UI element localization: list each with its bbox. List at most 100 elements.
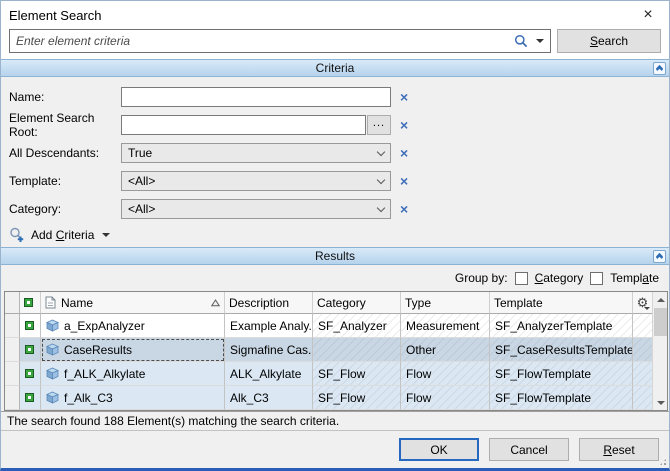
group-by-template-checkbox[interactable]	[590, 271, 604, 285]
search-options-caret-icon[interactable]	[536, 39, 544, 43]
table-row[interactable]: f_Alk_C3 Alk_C3 SF_Flow Flow SF_FlowTemp…	[5, 386, 653, 410]
element-cube-icon	[46, 319, 59, 332]
row-name-cell[interactable]: CaseResults	[41, 338, 225, 362]
chevron-down-icon	[376, 175, 386, 184]
browse-button[interactable]: ...	[367, 115, 391, 135]
window-title: Element Search	[9, 7, 102, 23]
element-status-icon	[25, 321, 34, 330]
titlebar: Element Search ×	[1, 1, 669, 29]
search-split-control[interactable]	[510, 34, 544, 48]
clear-all-descendants-icon[interactable]: ×	[400, 146, 408, 160]
group-by-category-checkbox[interactable]	[514, 271, 528, 285]
row-template-cell: SF_FlowTemplate	[490, 362, 633, 386]
element-status-icon	[25, 369, 34, 378]
row-check-cell	[20, 338, 41, 362]
all-descendants-label: All Descendants:	[9, 146, 100, 160]
row-selector[interactable]	[5, 362, 20, 386]
reset-button[interactable]: Reset	[579, 438, 659, 461]
row-gear-cell	[633, 362, 653, 386]
field-row-category: Category: <All> ×	[1, 195, 669, 223]
search-row: Search	[1, 29, 669, 59]
row-category-cell	[313, 338, 401, 362]
row-check-cell	[20, 314, 41, 338]
column-chooser-button[interactable]: ⚙	[633, 292, 653, 314]
row-type-cell: Flow	[401, 386, 490, 410]
table-row[interactable]: CaseResults Sigmafine Cas... Other SF_Ca…	[5, 338, 653, 362]
field-row-name: Name: ×	[1, 83, 669, 111]
status-bar: The search found 188 Element(s) matching…	[1, 411, 669, 431]
column-header-name[interactable]: Name	[41, 292, 225, 314]
column-header-template[interactable]: Template	[490, 292, 633, 314]
group-by-row: Group by: Category Template	[1, 265, 669, 291]
category-field-label: Category:	[9, 202, 62, 216]
row-type-cell: Other	[401, 338, 490, 362]
criteria-body: Name: × Element Search Root: ... × All D…	[1, 77, 669, 247]
column-header-type[interactable]: Type	[401, 292, 490, 314]
field-row-template: Template: <All> ×	[1, 167, 669, 195]
search-root-field-label: Element Search Root:	[9, 111, 95, 139]
row-category-cell: SF_Flow	[313, 362, 401, 386]
clear-category-icon[interactable]: ×	[400, 202, 408, 216]
add-criteria-button[interactable]: Add Criteria	[1, 223, 669, 247]
row-name-cell[interactable]: a_ExpAnalyzer	[41, 314, 225, 338]
criteria-collapse-icon[interactable]	[653, 62, 666, 75]
row-selector[interactable]	[5, 314, 20, 338]
all-descendants-select[interactable]: True	[121, 143, 391, 163]
row-template-cell: SF_CaseResultsTemplate	[490, 338, 633, 362]
criteria-header-label: Criteria	[315, 61, 355, 75]
category-select[interactable]: <All>	[121, 199, 391, 219]
element-cube-icon	[46, 391, 59, 404]
row-category-cell: SF_Flow	[313, 386, 401, 410]
row-name-cell[interactable]: f_Alk_C3	[41, 386, 225, 410]
row-description-cell: Alk_C3	[225, 386, 313, 410]
table-row[interactable]: a_ExpAnalyzer Example Analy... SF_Analyz…	[5, 314, 653, 338]
column-header-description[interactable]: Description	[225, 292, 313, 314]
name-field-label: Name:	[9, 90, 45, 104]
vertical-scrollbar[interactable]	[652, 292, 667, 410]
table-row[interactable]: f_ALK_Alkylate ALK_Alkylate SF_Flow Flow…	[5, 362, 653, 386]
row-gear-cell	[633, 314, 653, 338]
results-rows: a_ExpAnalyzer Example Analy... SF_Analyz…	[5, 314, 653, 410]
criteria-section-header: Criteria	[1, 59, 669, 77]
element-cube-icon	[46, 367, 59, 380]
clear-template-icon[interactable]: ×	[400, 174, 408, 188]
chevron-down-icon	[376, 147, 386, 156]
search-icon[interactable]	[514, 34, 528, 48]
field-row-all-descendants: All Descendants: True ×	[1, 139, 669, 167]
template-select[interactable]: <All>	[121, 171, 391, 191]
results-header-label: Results	[314, 249, 355, 263]
search-button[interactable]: Search	[557, 29, 661, 53]
scroll-up-icon[interactable]	[653, 292, 668, 307]
add-criteria-caret-icon	[102, 233, 111, 237]
row-check-cell	[20, 386, 41, 410]
clear-search-root-icon[interactable]: ×	[400, 118, 408, 132]
scrollbar-thumb[interactable]	[654, 308, 667, 336]
row-description-cell: ALK_Alkylate	[225, 362, 313, 386]
scroll-down-icon[interactable]	[653, 395, 668, 410]
row-description-cell: Example Analy...	[225, 314, 313, 338]
group-by-category-label: Category	[534, 271, 584, 285]
ok-button[interactable]: OK	[399, 438, 479, 461]
row-name-cell[interactable]: f_ALK_Alkylate	[41, 362, 225, 386]
resize-grip[interactable]	[659, 458, 667, 466]
column-header-category[interactable]: Category	[313, 292, 401, 314]
checked-column-header[interactable]	[20, 292, 41, 314]
grid-header-row: Name Description Category Type Template …	[5, 292, 653, 314]
cancel-button[interactable]: Cancel	[489, 438, 569, 461]
row-selector[interactable]	[5, 386, 20, 410]
results-collapse-icon[interactable]	[653, 250, 666, 263]
group-by-label: Group by:	[454, 271, 508, 285]
template-field-label: Template:	[9, 174, 62, 188]
search-input[interactable]	[16, 31, 510, 51]
element-search-dialog: Element Search × Search Criteria	[0, 0, 670, 471]
chevron-down-icon	[376, 203, 386, 212]
results-body: Name Description Category Type Template …	[1, 291, 669, 411]
row-template-cell: SF_AnalyzerTemplate	[490, 314, 633, 338]
clear-name-icon[interactable]: ×	[400, 90, 408, 104]
search-root-field[interactable]	[121, 115, 366, 135]
name-field[interactable]	[121, 87, 391, 107]
close-icon[interactable]: ×	[635, 4, 661, 26]
element-status-icon	[24, 298, 33, 307]
add-criteria-icon	[9, 227, 25, 243]
row-selector[interactable]	[5, 338, 20, 362]
